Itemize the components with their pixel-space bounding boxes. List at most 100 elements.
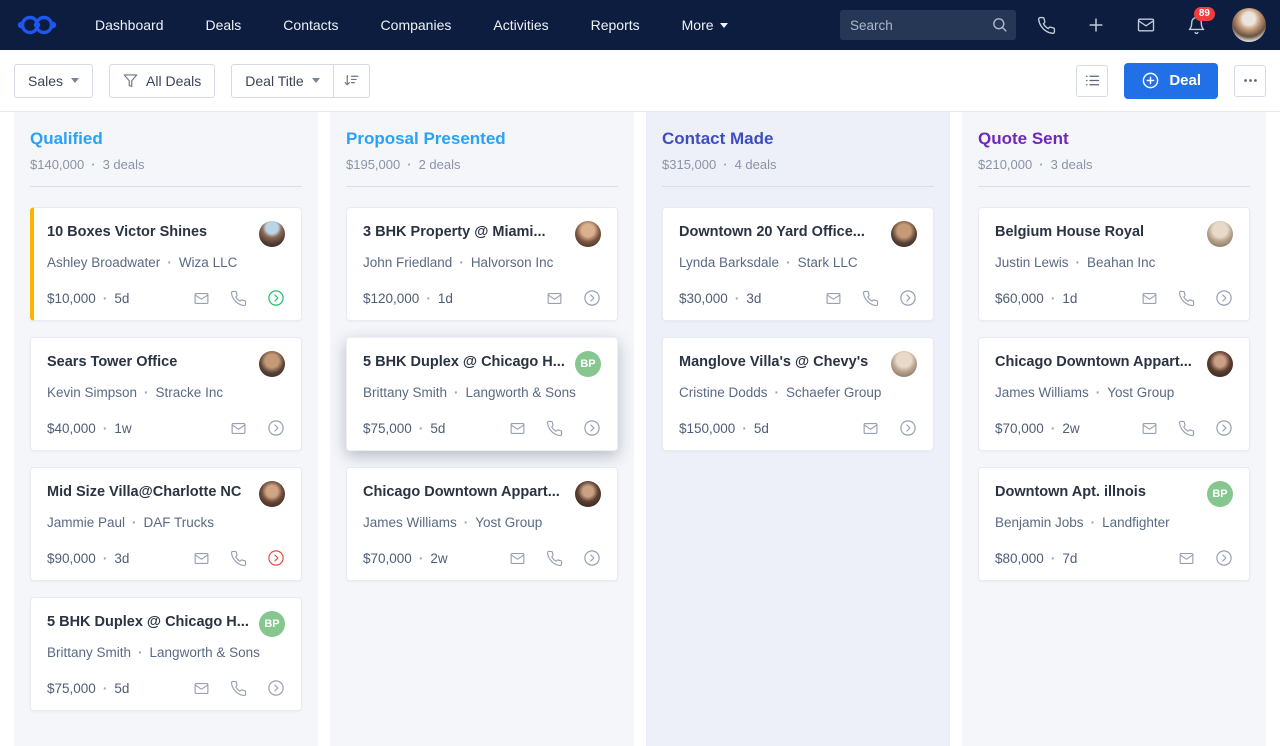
column-contact-made: Contact Made $315,000 · 4 deals Downtown 20 … <box>646 112 950 746</box>
kanban-board: Qualified $140,000 · 3 deals 10 Boxes Victor… <box>0 112 1280 746</box>
nav-item-activities[interactable]: Activities <box>472 0 569 50</box>
advance-stage-icon[interactable] <box>267 549 285 567</box>
user-avatar[interactable] <box>1232 8 1266 42</box>
advance-stage-icon[interactable] <box>1215 549 1233 567</box>
advance-stage-icon[interactable] <box>583 289 601 307</box>
mail-icon[interactable] <box>230 420 247 437</box>
advance-stage-icon[interactable] <box>267 289 285 307</box>
dot-separator: · <box>463 515 469 530</box>
deal-avatar <box>575 221 601 247</box>
sort-direction-button[interactable] <box>333 63 370 98</box>
quick-actions <box>509 549 601 567</box>
deal-title: Belgium House Royal <box>995 224 1145 240</box>
mail-icon[interactable] <box>509 420 526 437</box>
dot-separator: · <box>1075 255 1081 270</box>
deal-company: Halvorson Inc <box>470 255 554 270</box>
nav-item-companies[interactable]: Companies <box>360 0 473 50</box>
deal-contact: Jammie Paul <box>47 515 126 530</box>
phone-icon[interactable] <box>230 290 247 307</box>
deal-card[interactable]: Manglove Villa's @ Chevy's Cristine Dodds… <box>662 337 934 451</box>
mail-icon[interactable] <box>509 550 526 567</box>
more-options-button[interactable] <box>1234 64 1266 97</box>
nav-item-more[interactable]: More <box>661 0 749 50</box>
deal-card[interactable]: 5 BHK Duplex @ Chicago H... BP Brittany Sm… <box>346 337 618 451</box>
deal-card[interactable]: 3 BHK Property @ Miami... John Friedland ·… <box>346 207 618 321</box>
filter-button[interactable]: All Deals <box>109 63 216 98</box>
sort-field-select[interactable]: Deal Title <box>231 63 334 98</box>
advance-stage-icon[interactable] <box>899 289 917 307</box>
quick-add-button[interactable] <box>1076 5 1116 45</box>
ellipsis-icon <box>1242 72 1259 89</box>
advance-stage-icon[interactable] <box>1215 289 1233 307</box>
phone-icon[interactable] <box>862 290 879 307</box>
deal-card[interactable]: 10 Boxes Victor Shines Ashley Broadwater ·… <box>30 207 302 321</box>
deal-card[interactable]: Chicago Downtown Appart... James Williams… <box>978 337 1250 451</box>
deal-amount: $70,000 <box>995 420 1044 436</box>
search-input[interactable] <box>840 17 1016 33</box>
nav-item-contacts[interactable]: Contacts <box>262 0 359 50</box>
phone-icon[interactable] <box>546 550 563 567</box>
quick-actions <box>193 289 285 307</box>
nav-item-reports[interactable]: Reports <box>570 0 661 50</box>
mail-icon[interactable] <box>1141 420 1158 437</box>
dot-separator: · <box>102 290 108 306</box>
column-total: $210,000 <box>978 157 1033 172</box>
mail-icon[interactable] <box>1141 290 1158 307</box>
advance-stage-icon[interactable] <box>267 419 285 437</box>
deal-card[interactable]: 5 BHK Duplex @ Chicago H... BP Brittany Sm… <box>30 597 302 711</box>
nav-item-dashboard[interactable]: Dashboard <box>74 0 185 50</box>
phone-icon[interactable] <box>1178 420 1195 437</box>
deal-contact: Brittany Smith <box>47 645 132 660</box>
deal-avatar <box>259 221 285 247</box>
phone-icon[interactable] <box>230 680 247 697</box>
mail-icon[interactable] <box>546 290 563 307</box>
notifications-button[interactable]: 89 <box>1176 5 1216 45</box>
pipeline-select[interactable]: Sales <box>14 63 94 98</box>
mail-icon[interactable] <box>862 420 879 437</box>
phone-icon[interactable] <box>546 420 563 437</box>
mail-icon[interactable] <box>193 680 210 697</box>
mail-icon[interactable] <box>1178 550 1195 567</box>
deal-card[interactable]: Mid Size Villa@Charlotte NC Jammie Paul · D… <box>30 467 302 581</box>
advance-stage-icon[interactable] <box>1215 419 1233 437</box>
deal-card[interactable]: Chicago Downtown Appart... James Williams… <box>346 467 618 581</box>
top-navbar: Dashboard Deals Contacts Companies Activitie… <box>0 0 1280 50</box>
advance-stage-icon[interactable] <box>267 679 285 697</box>
phone-icon[interactable] <box>230 550 247 567</box>
dot-separator: · <box>102 420 108 436</box>
list-view-icon <box>1084 72 1101 89</box>
advance-stage-icon[interactable] <box>583 549 601 567</box>
mail-icon[interactable] <box>825 290 842 307</box>
deal-card[interactable]: Downtown 20 Yard Office... Lynda Barksdal… <box>662 207 934 321</box>
sort-group: Deal Title <box>231 63 370 98</box>
deal-card[interactable]: Belgium House Royal Justin Lewis · Beahan I… <box>978 207 1250 321</box>
list-view-button[interactable] <box>1076 64 1109 97</box>
mail-icon[interactable] <box>193 290 210 307</box>
column-quote-sent: Quote Sent $210,000 · 3 deals Belgium House … <box>962 112 1266 746</box>
deal-amount: $75,000 <box>363 420 412 436</box>
deal-avatar <box>1207 351 1233 377</box>
app-logo[interactable] <box>14 11 60 39</box>
column-deal-count: 3 deals <box>1050 157 1093 172</box>
phone-icon[interactable] <box>1178 290 1195 307</box>
dot-separator: · <box>459 255 464 270</box>
email-button[interactable] <box>1126 5 1166 45</box>
column-title: Quote Sent <box>978 129 1069 148</box>
column-title: Contact Made <box>662 129 774 148</box>
dot-separator: · <box>1050 420 1056 436</box>
deal-amount: $150,000 <box>679 420 736 436</box>
advance-stage-icon[interactable] <box>583 419 601 437</box>
deal-title: 3 BHK Property @ Miami... <box>363 224 546 240</box>
column-title: Proposal Presented <box>346 129 506 148</box>
notification-badge: 89 <box>1193 7 1215 21</box>
mail-icon[interactable] <box>193 550 210 567</box>
call-button[interactable] <box>1026 5 1066 45</box>
deal-card[interactable]: Sears Tower Office Kevin Simpson · Stracke … <box>30 337 302 451</box>
nav-item-deals[interactable]: Deals <box>185 0 263 50</box>
deal-card[interactable]: Downtown Apt. illnois BP Benjamin Jobs · Lan… <box>978 467 1250 581</box>
advance-stage-icon[interactable] <box>899 419 917 437</box>
quick-actions <box>193 549 285 567</box>
dot-separator: · <box>742 420 747 436</box>
add-deal-button[interactable]: Deal <box>1124 62 1218 99</box>
search-icon[interactable] <box>991 16 1008 33</box>
